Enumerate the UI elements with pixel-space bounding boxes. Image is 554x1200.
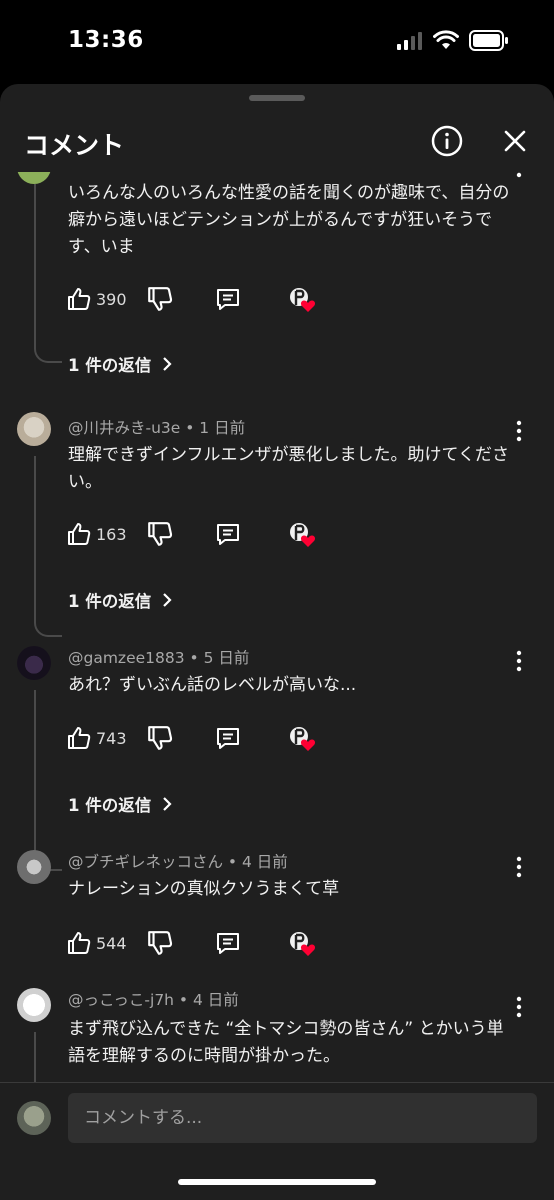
like-count: 390: [96, 289, 127, 309]
chevron-right-icon: [163, 357, 172, 371]
chevron-right-icon: [163, 593, 172, 607]
replies-label: 1 件の返信: [68, 796, 152, 815]
action-row: 743: [66, 722, 366, 754]
comment-meta: @gamzee1883 • 5 日前: [68, 649, 250, 667]
replies-label: 1 件の返信: [68, 356, 152, 375]
thread-line: [34, 184, 62, 363]
comment-text: ナレーションの真似クソうまくて草: [68, 879, 340, 899]
view-replies-link[interactable]: 1 件の返信: [68, 352, 173, 376]
status-time: 13:36: [68, 27, 144, 53]
sheet-header: コメント: [0, 114, 554, 170]
avatar[interactable]: [17, 646, 51, 680]
avatar[interactable]: [17, 988, 51, 1022]
replies-label: 1 件の返信: [68, 592, 152, 611]
like-button[interactable]: 163: [66, 518, 127, 550]
chevron-right-icon: [163, 797, 172, 811]
like-button[interactable]: 390: [66, 283, 127, 315]
close-icon[interactable]: [498, 124, 532, 158]
comment-meta: @っこっこ-j7h • 4 日前: [68, 991, 239, 1009]
more-options-icon[interactable]: [508, 648, 530, 674]
reply-icon[interactable]: [214, 520, 242, 548]
compose-bar: [0, 1082, 554, 1200]
creator-heart-icon: [290, 727, 316, 751]
thumbs-up-icon: [68, 288, 91, 310]
wifi-icon: [433, 30, 459, 49]
thumbs-up-icon: [68, 932, 91, 954]
avatar[interactable]: [17, 172, 51, 184]
my-avatar: [17, 1101, 51, 1135]
sheet-title: コメント: [24, 131, 125, 160]
more-options-icon[interactable]: [508, 172, 530, 180]
comment-text: いろんな人のいろんな性愛の話を聞くのが趣味で、自分の癖から遠いほどテンションが上…: [68, 183, 510, 257]
comment-meta: @ブチギレネッコさん • 4 日前: [68, 853, 288, 871]
thumbs-up-icon: [68, 727, 91, 749]
info-icon[interactable]: [430, 124, 464, 158]
view-replies-link[interactable]: 1 件の返信: [68, 792, 173, 816]
avatar[interactable]: [17, 412, 51, 446]
home-indicator: [178, 1179, 376, 1185]
reply-icon[interactable]: [214, 929, 242, 957]
status-bar: 13:36: [0, 0, 554, 84]
comment-input[interactable]: [68, 1093, 537, 1143]
action-row: 544: [66, 927, 366, 959]
thumbs-down-icon[interactable]: [146, 285, 174, 313]
thread-line: [34, 690, 62, 871]
thumbs-down-icon[interactable]: [146, 724, 174, 752]
like-count: 743: [96, 728, 127, 748]
view-replies-link[interactable]: 1 件の返信: [68, 588, 173, 612]
comment-text: まず飛び込んできた “全トマシコ勢の皆さん” とかいう単語を理解するのに時間が掛…: [68, 1019, 504, 1066]
like-count: 544: [96, 933, 127, 953]
comment-list[interactable]: いろんな人のいろんな性愛の話を聞くのが趣味で、自分の癖から遠いほどテンションが上…: [0, 172, 554, 1084]
like-button[interactable]: 544: [66, 927, 127, 959]
creator-heart-icon: [290, 523, 316, 547]
creator-heart-icon: [290, 932, 316, 956]
comments-sheet: コメント いろんな人のいろんな性愛の話を聞くのが趣味で、自分の癖から遠いほどテン…: [0, 84, 554, 1200]
reply-icon[interactable]: [214, 285, 242, 313]
action-row: 390: [66, 283, 366, 315]
battery-icon: [469, 30, 508, 51]
more-options-icon[interactable]: [508, 418, 530, 444]
thread-line: [34, 1032, 62, 1084]
like-count: 163: [96, 524, 127, 544]
creator-heart-icon: [290, 288, 316, 312]
thumbs-up-icon: [68, 523, 91, 545]
thumbs-down-icon[interactable]: [146, 520, 174, 548]
thread-line: [34, 456, 62, 637]
reply-icon[interactable]: [214, 724, 242, 752]
avatar[interactable]: [17, 850, 51, 884]
action-row: 163: [66, 518, 366, 550]
comment-meta: @川井みき-u3e • 1 日前: [68, 419, 246, 437]
drag-handle[interactable]: [249, 95, 305, 101]
thumbs-down-icon[interactable]: [146, 929, 174, 957]
like-button[interactable]: 743: [66, 722, 127, 754]
comment-text: あれ？ずいぶん話のレベルが高いな...: [68, 675, 357, 695]
comment-text: 理解できずインフルエンザが悪化しました。助けてください。: [68, 445, 509, 492]
cellular-signal-icon: [397, 32, 422, 50]
